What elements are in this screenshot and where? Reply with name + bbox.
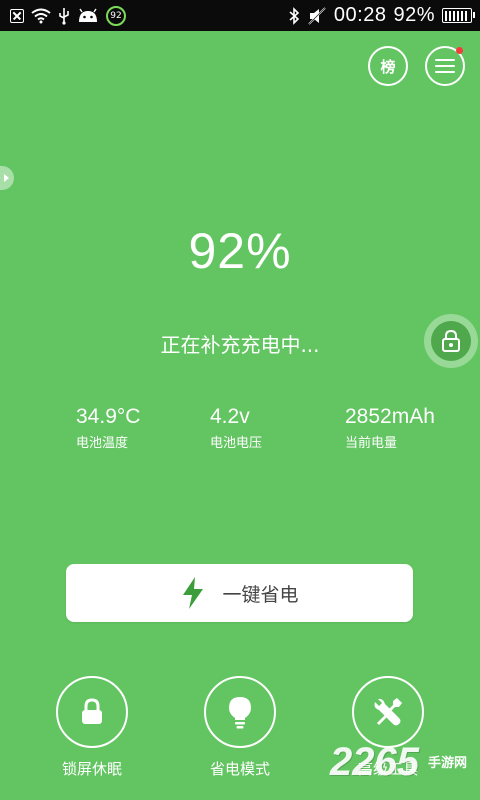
one-key-save-button[interactable]: 一键省电 — [66, 564, 413, 622]
menu-icon — [435, 59, 455, 73]
tool-power-mode[interactable]: 省电模式 — [185, 676, 295, 779]
lightning-icon — [183, 577, 204, 609]
status-battery-percent: 92% — [393, 4, 435, 26]
wifi-icon — [31, 8, 51, 23]
stat-voltage-value: 4.2v — [210, 405, 250, 428]
mute-icon — [308, 6, 326, 25]
floating-lock-inner — [431, 321, 471, 361]
stat-capacity: 2852mAh 当前电量 — [345, 405, 435, 451]
stat-voltage: 4.2v 电池电压 — [210, 405, 262, 451]
rank-button[interactable]: 榜 — [368, 46, 408, 86]
stat-temperature-label: 电池温度 — [76, 436, 129, 451]
android-icon — [79, 8, 97, 22]
notification-dot — [456, 47, 463, 54]
stat-voltage-label: 电池电压 — [210, 436, 263, 451]
tool-power-mode-label: 省电模式 — [209, 760, 270, 778]
status-bar: 92 00:28 92% — [0, 0, 480, 31]
stat-temperature-value: 34.9°C — [76, 405, 141, 428]
close-box-icon — [10, 8, 24, 23]
tool-lock-sleep[interactable]: 锁屏休眠 — [37, 676, 147, 779]
side-drawer-handle[interactable] — [0, 166, 14, 190]
stat-temperature: 34.9°C 电池温度 — [76, 405, 140, 451]
menu-button[interactable] — [425, 46, 465, 86]
tool-lock-sleep-label: 锁屏休眠 — [61, 760, 122, 778]
wrench-icon — [374, 698, 402, 726]
lock-icon — [82, 698, 102, 724]
status-bar-right: 00:28 92% — [288, 4, 475, 27]
notification-count-badge: 92 — [106, 5, 126, 26]
watermark-number: 2265 — [330, 740, 419, 784]
rank-label: 榜 — [380, 57, 396, 76]
floating-lock-button[interactable] — [424, 314, 478, 368]
usb-icon — [59, 7, 69, 25]
status-time: 00:28 — [333, 4, 387, 26]
stat-capacity-label: 当前电量 — [345, 436, 398, 451]
bluetooth-icon — [289, 6, 300, 25]
tool-power-mode-circle — [204, 676, 276, 748]
tool-lock-sleep-circle — [56, 676, 128, 748]
watermark: 2265 手游网 — [330, 738, 480, 800]
battery-percent-display: 92% — [188, 223, 292, 279]
battery-icon — [442, 8, 475, 23]
status-bar-left: 92 — [10, 5, 126, 26]
lock-icon — [442, 329, 460, 352]
battery-level-fill — [444, 10, 468, 21]
stat-capacity-value: 2852mAh — [345, 405, 435, 428]
watermark-text: 手游网 — [428, 756, 468, 771]
charging-status-text: 正在补充充电中... — [160, 333, 320, 357]
lightbulb-icon — [229, 697, 251, 729]
one-key-save-label: 一键省电 — [222, 583, 299, 606]
